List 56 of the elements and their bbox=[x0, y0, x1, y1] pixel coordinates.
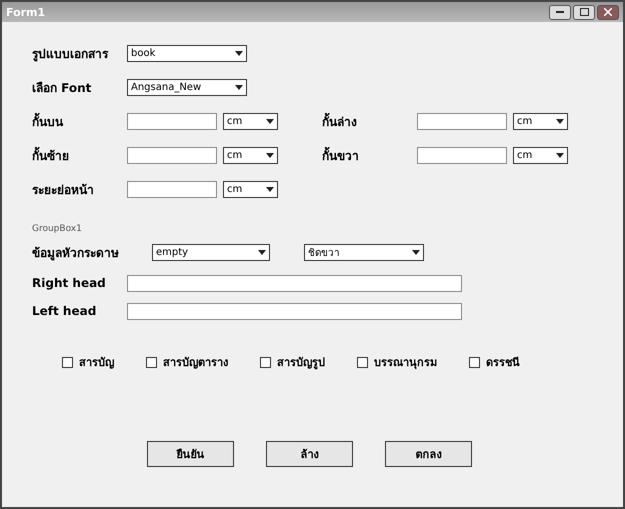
unit-dropdown[interactable]: cm bbox=[513, 146, 568, 164]
close-icon bbox=[604, 8, 612, 16]
input-field[interactable] bbox=[127, 180, 217, 198]
field-label: กั้นซ้าย bbox=[32, 146, 70, 164]
field-label: กั้นบน bbox=[32, 112, 64, 130]
field-label: ข้อมูลหัวกระดาษ bbox=[32, 244, 120, 262]
checkbox[interactable] bbox=[260, 356, 271, 368]
checkbox[interactable] bbox=[146, 356, 157, 368]
checkbox-option[interactable]: สารบัญตาราง bbox=[146, 353, 228, 371]
checkbox-option[interactable]: สารบัญ bbox=[62, 353, 114, 371]
input-field[interactable] bbox=[127, 112, 217, 130]
close-button[interactable] bbox=[597, 4, 619, 20]
window-title: Form1 bbox=[6, 6, 46, 18]
dropdown-arrow-icon bbox=[556, 118, 564, 124]
dropdown[interactable]: ชิดขวา bbox=[304, 244, 424, 260]
maximize-icon bbox=[580, 8, 588, 16]
dropdown-arrow-icon bbox=[258, 250, 266, 254]
dropdown-arrow-icon bbox=[266, 152, 274, 158]
action-button[interactable]: ยืนยัน bbox=[147, 441, 234, 467]
dropdown[interactable]: Angsana_New bbox=[127, 78, 247, 96]
field-label: รูปแบบเอกสาร bbox=[32, 46, 110, 62]
unit-dropdown[interactable]: cm bbox=[223, 146, 278, 164]
input-field[interactable] bbox=[417, 112, 507, 130]
field-label: กั้นล่าง bbox=[322, 112, 358, 130]
input-field[interactable] bbox=[127, 274, 462, 292]
dropdown[interactable]: book bbox=[127, 44, 247, 62]
unit-dropdown[interactable]: cm bbox=[513, 112, 568, 130]
dropdown-arrow-icon bbox=[235, 50, 243, 56]
group-title: GroupBox1 bbox=[32, 224, 82, 234]
dropdown-arrow-icon bbox=[266, 118, 274, 124]
field-label: เลือก Font bbox=[32, 80, 92, 96]
checkbox-option[interactable]: สารบัญรูป bbox=[260, 353, 325, 371]
field-label: Left head bbox=[32, 304, 98, 318]
dropdown-arrow-icon bbox=[266, 186, 274, 192]
unit-dropdown[interactable]: cm bbox=[223, 180, 278, 198]
checkbox[interactable] bbox=[469, 356, 480, 368]
field-label: กั้นขวา bbox=[322, 146, 360, 164]
dropdown-arrow-icon bbox=[556, 152, 564, 158]
dropdown-arrow-icon bbox=[412, 250, 420, 254]
input-field[interactable] bbox=[127, 302, 462, 320]
checkbox[interactable] bbox=[62, 356, 73, 368]
checkbox-option[interactable]: บรรณานุกรม bbox=[357, 353, 437, 371]
dropdown-arrow-icon bbox=[235, 84, 243, 90]
dropdown[interactable]: empty bbox=[152, 244, 270, 260]
unit-dropdown[interactable]: cm bbox=[223, 112, 278, 130]
action-button[interactable]: ตกลง bbox=[385, 441, 472, 467]
checkbox-option[interactable]: ดรรชนี bbox=[469, 353, 520, 371]
action-button[interactable]: ล้าง bbox=[266, 441, 353, 467]
input-field[interactable] bbox=[417, 146, 507, 164]
minimize-icon bbox=[556, 11, 564, 13]
field-label: ระยะย่อหน้า bbox=[32, 182, 95, 198]
checkbox[interactable] bbox=[357, 356, 368, 368]
minimize-button[interactable] bbox=[549, 4, 571, 20]
input-field[interactable] bbox=[127, 146, 217, 164]
maximize-button[interactable] bbox=[573, 4, 595, 20]
field-label: Right head bbox=[32, 276, 107, 290]
